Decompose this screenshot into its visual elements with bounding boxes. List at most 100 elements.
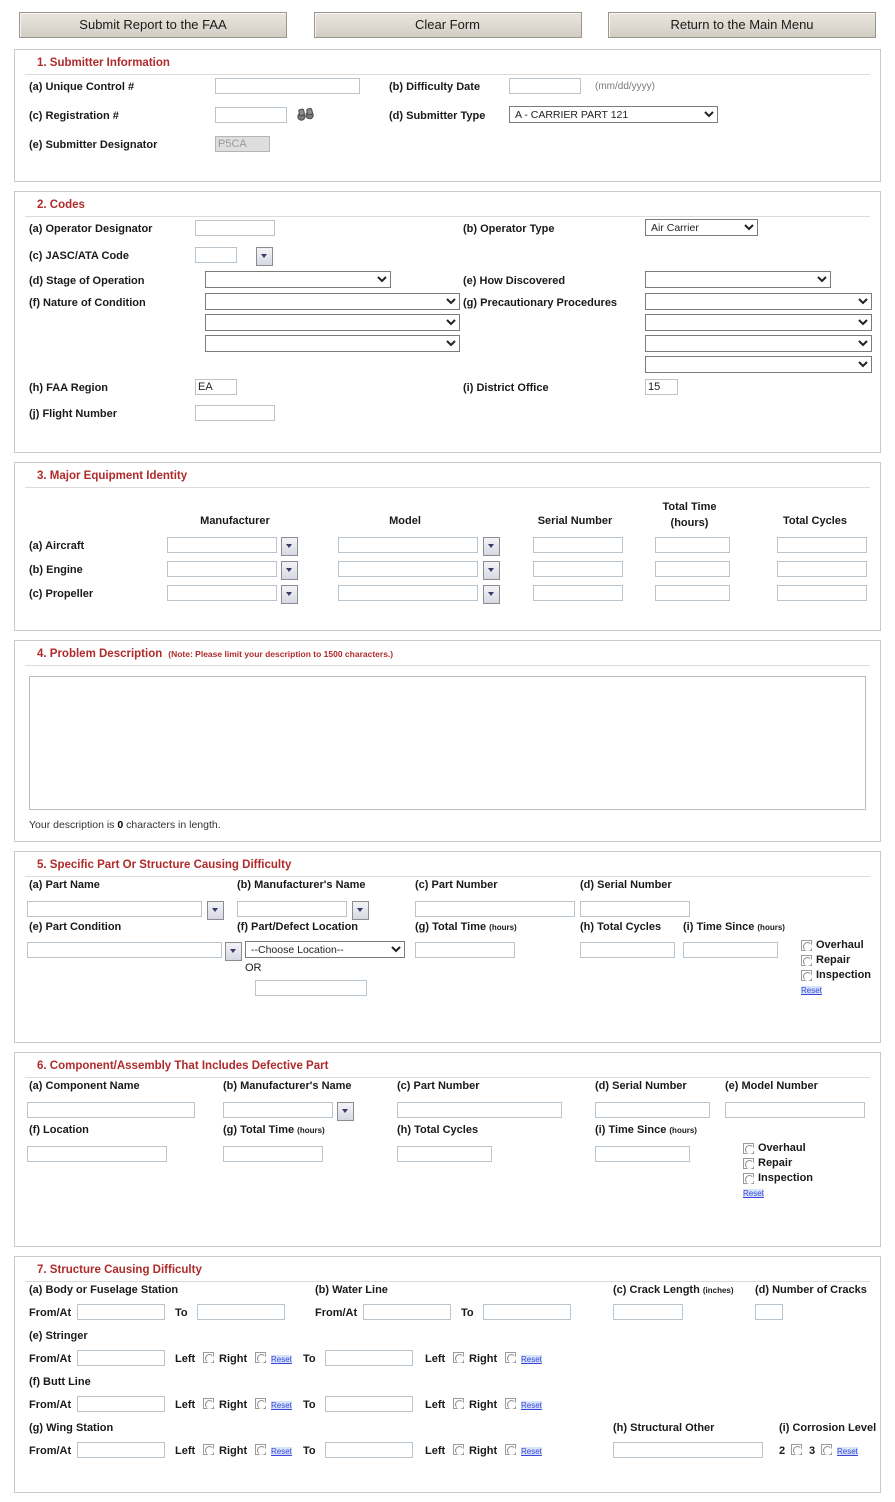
component-model-number-input[interactable] — [725, 1102, 865, 1118]
component-location-input[interactable] — [27, 1146, 167, 1162]
stringer-from-input[interactable] — [77, 1350, 165, 1366]
component-total-time-input[interactable] — [223, 1146, 323, 1162]
precautionary-select-3[interactable] — [645, 335, 872, 352]
stringer-to-right-radio[interactable] — [505, 1352, 516, 1363]
aircraft-model-input[interactable] — [338, 537, 478, 553]
corrosion-level-2-radio[interactable] — [791, 1444, 802, 1455]
engine-model-dropdown-icon[interactable] — [483, 561, 500, 580]
stringer-to-reset-link[interactable]: Reset — [521, 1355, 542, 1364]
stringer-from-left-radio[interactable] — [203, 1352, 214, 1363]
difficulty-date-input[interactable] — [509, 78, 581, 94]
number-of-cracks-input[interactable] — [755, 1304, 783, 1320]
clear-form-button[interactable]: Clear Form — [313, 12, 582, 38]
part-repair-radio[interactable] — [801, 954, 812, 966]
part-serial-number-input[interactable] — [580, 901, 690, 917]
water-from-input[interactable] — [363, 1304, 451, 1320]
stringer-to-input[interactable] — [325, 1350, 413, 1366]
flight-number-input[interactable] — [195, 405, 275, 421]
butt-to-right-radio[interactable] — [505, 1398, 516, 1409]
jasc-ata-input[interactable] — [195, 247, 237, 263]
part-time-since-input[interactable] — [683, 942, 778, 958]
nature-condition-select-1[interactable] — [205, 293, 460, 310]
return-main-menu-button[interactable]: Return to the Main Menu — [608, 12, 876, 38]
propeller-manufacturer-input[interactable] — [167, 585, 277, 601]
problem-description-textarea[interactable] — [29, 676, 866, 810]
aircraft-serial-input[interactable] — [533, 537, 623, 553]
component-serial-number-input[interactable] — [595, 1102, 710, 1118]
precautionary-select-1[interactable] — [645, 293, 872, 310]
part-total-time-input[interactable] — [415, 942, 515, 958]
stringer-to-left-radio[interactable] — [453, 1352, 464, 1363]
component-part-number-input[interactable] — [397, 1102, 562, 1118]
part-condition-dropdown-icon[interactable] — [225, 942, 242, 961]
stringer-from-reset-link[interactable]: Reset — [271, 1355, 292, 1364]
stringer-from-right-radio[interactable] — [255, 1352, 266, 1363]
component-overhaul-radio[interactable] — [743, 1142, 754, 1154]
binoculars-icon[interactable] — [297, 108, 315, 122]
aircraft-total-time-input[interactable] — [655, 537, 730, 553]
component-repair-radio[interactable] — [743, 1157, 754, 1169]
butt-from-reset-link[interactable]: Reset — [271, 1401, 292, 1410]
part-name-input[interactable] — [27, 901, 202, 917]
aircraft-total-cycles-input[interactable] — [777, 537, 867, 553]
butt-from-input[interactable] — [77, 1396, 165, 1412]
component-manufacturer-dropdown-icon[interactable] — [337, 1102, 354, 1121]
registration-input[interactable] — [215, 107, 287, 123]
propeller-manufacturer-dropdown-icon[interactable] — [281, 585, 298, 604]
precautionary-select-2[interactable] — [645, 314, 872, 331]
engine-manufacturer-dropdown-icon[interactable] — [281, 561, 298, 580]
part-reset-link[interactable]: Reset — [801, 986, 822, 995]
engine-manufacturer-input[interactable] — [167, 561, 277, 577]
part-name-dropdown-icon[interactable] — [207, 901, 224, 920]
part-number-input[interactable] — [415, 901, 575, 917]
wing-to-left-radio[interactable] — [453, 1444, 464, 1455]
faa-region-input[interactable] — [195, 379, 237, 395]
aircraft-model-dropdown-icon[interactable] — [483, 537, 500, 556]
part-condition-input[interactable] — [27, 942, 222, 958]
part-overhaul-radio[interactable] — [801, 939, 812, 951]
butt-to-reset-link[interactable]: Reset — [521, 1401, 542, 1410]
propeller-total-time-input[interactable] — [655, 585, 730, 601]
wing-to-input[interactable] — [325, 1442, 413, 1458]
structural-other-input[interactable] — [613, 1442, 763, 1458]
unique-control-input[interactable] — [215, 78, 360, 94]
part-total-cycles-input[interactable] — [580, 942, 675, 958]
engine-total-cycles-input[interactable] — [777, 561, 867, 577]
precautionary-select-4[interactable] — [645, 356, 872, 373]
wing-from-left-radio[interactable] — [203, 1444, 214, 1455]
propeller-total-cycles-input[interactable] — [777, 585, 867, 601]
component-name-input[interactable] — [27, 1102, 195, 1118]
nature-condition-select-2[interactable] — [205, 314, 460, 331]
propeller-model-dropdown-icon[interactable] — [483, 585, 500, 604]
propeller-model-input[interactable] — [338, 585, 478, 601]
component-manufacturer-input[interactable] — [223, 1102, 333, 1118]
wing-from-right-radio[interactable] — [255, 1444, 266, 1455]
water-to-input[interactable] — [483, 1304, 571, 1320]
part-inspection-radio[interactable] — [801, 969, 812, 981]
engine-model-input[interactable] — [338, 561, 478, 577]
body-to-input[interactable] — [197, 1304, 285, 1320]
aircraft-manufacturer-input[interactable] — [167, 537, 277, 553]
wing-to-right-radio[interactable] — [505, 1444, 516, 1455]
propeller-serial-input[interactable] — [533, 585, 623, 601]
jasc-ata-lookup-icon[interactable] — [256, 247, 273, 266]
engine-total-time-input[interactable] — [655, 561, 730, 577]
submitter-type-select[interactable]: A - CARRIER PART 121 — [509, 106, 718, 123]
component-total-cycles-input[interactable] — [397, 1146, 492, 1162]
component-time-since-input[interactable] — [595, 1146, 690, 1162]
nature-condition-select-3[interactable] — [205, 335, 460, 352]
crack-length-input[interactable] — [613, 1304, 683, 1320]
defect-location-other-input[interactable] — [255, 980, 367, 996]
part-manufacturer-dropdown-icon[interactable] — [352, 901, 369, 920]
district-office-input[interactable] — [645, 379, 678, 395]
aircraft-manufacturer-dropdown-icon[interactable] — [281, 537, 298, 556]
part-manufacturer-input[interactable] — [237, 901, 347, 917]
wing-from-input[interactable] — [77, 1442, 165, 1458]
butt-from-left-radio[interactable] — [203, 1398, 214, 1409]
corrosion-level-3-radio[interactable] — [821, 1444, 832, 1455]
butt-from-right-radio[interactable] — [255, 1398, 266, 1409]
stage-operation-select[interactable] — [205, 271, 391, 288]
submit-report-button[interactable]: Submit Report to the FAA — [19, 12, 287, 38]
operator-designator-input[interactable] — [195, 220, 275, 236]
component-reset-link[interactable]: Reset — [743, 1189, 764, 1198]
